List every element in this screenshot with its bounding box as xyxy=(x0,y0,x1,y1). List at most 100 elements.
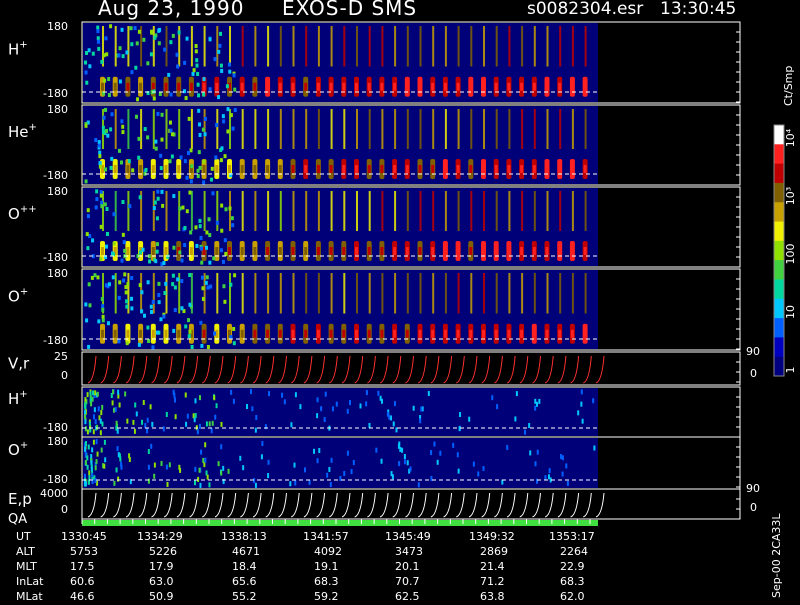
spectrogram-cell xyxy=(477,471,480,477)
spectrogram-cell xyxy=(215,403,218,409)
spectrogram-cell xyxy=(356,273,358,314)
spectrogram-cell xyxy=(120,464,123,470)
spectrogram-cell xyxy=(456,165,460,173)
spectrogram-cell xyxy=(495,273,498,314)
spectrogram-cell xyxy=(219,31,223,36)
spectrogram-cell xyxy=(215,123,219,128)
spectrogram-cell xyxy=(482,82,485,91)
spectrogram-cell xyxy=(580,401,583,407)
spectrogram-cell xyxy=(316,397,319,403)
spectrogram-cell xyxy=(317,26,320,67)
spectrogram-cell xyxy=(151,247,155,255)
spectrogram-cell xyxy=(279,109,282,149)
spectrogram-cell xyxy=(190,164,194,169)
spectrogram-cell xyxy=(185,209,189,214)
spectrogram-cell xyxy=(380,398,383,404)
spectrogram-cell xyxy=(99,193,103,198)
spectrogram-cell xyxy=(329,165,333,173)
spectrogram-cell xyxy=(169,92,173,97)
spectrogram-cell xyxy=(580,389,583,395)
spectrogram-cell xyxy=(305,191,308,231)
spectrogram-cell xyxy=(165,411,168,417)
spectrogram-cell xyxy=(254,482,257,488)
spectrogram-cell xyxy=(106,232,110,237)
spectrogram-cell xyxy=(534,461,537,467)
spectrogram-cell xyxy=(88,64,92,69)
spectrogram-cell xyxy=(99,430,102,436)
spectrogram-cell xyxy=(110,156,114,161)
spectrogram-cell xyxy=(346,450,349,456)
spectrogram-cell xyxy=(469,247,473,255)
axis-value: 3473 xyxy=(395,545,423,558)
spectrogram-cell xyxy=(419,191,422,231)
spectrogram-cell xyxy=(495,26,498,67)
panel-label: O+ xyxy=(8,440,28,459)
axis-value: 59.2 xyxy=(314,590,339,603)
spectrogram-cell xyxy=(149,304,153,309)
spectrogram-cell xyxy=(183,159,187,164)
spectrogram-cell xyxy=(109,165,113,170)
spectrogram-cell xyxy=(174,414,177,420)
spectrogram-cell xyxy=(219,248,223,253)
spectrogram-cell xyxy=(169,40,173,45)
spectrogram-cell xyxy=(125,50,129,55)
spectrogram-cell xyxy=(546,109,549,149)
spectrogram-cell xyxy=(84,480,87,486)
spectrogram-cell xyxy=(546,273,549,314)
spectrogram-cell xyxy=(98,161,102,166)
spectrogram-cell xyxy=(219,148,223,153)
spectrogram-cell xyxy=(157,300,161,305)
spectrogram-cell xyxy=(566,480,569,486)
axis-value: 1341:57 xyxy=(303,530,349,543)
spectrogram-cell xyxy=(114,26,117,67)
spectrogram-cell xyxy=(291,329,295,338)
spectrogram-cell xyxy=(528,423,531,429)
spectrogram-cell xyxy=(212,256,216,261)
spectrogram-cell xyxy=(95,459,98,465)
spectrogram-cell xyxy=(225,84,229,89)
spectrogram-cell xyxy=(456,247,460,255)
spectrogram-cell xyxy=(99,257,103,262)
spectrogram-cell xyxy=(101,129,105,134)
spectrogram-cell xyxy=(229,335,233,340)
spectrogram-cell xyxy=(508,273,511,314)
spectrogram-cell xyxy=(146,135,150,140)
spectrogram-cell xyxy=(570,82,574,91)
spectrogram-cell xyxy=(203,132,207,137)
spectrogram-cell xyxy=(240,329,244,338)
spectrogram-cell xyxy=(515,391,518,397)
spectrogram-cell xyxy=(178,206,182,211)
spectrogram-cell xyxy=(99,190,103,195)
spectrogram-cell xyxy=(178,109,181,149)
spectrogram-cell xyxy=(183,243,187,248)
spectrogram-cell xyxy=(84,123,88,128)
colorbar-label: 10⁴ xyxy=(784,128,797,147)
spectrogram-cell xyxy=(161,203,165,208)
colorbar-swatch xyxy=(774,125,784,145)
spectrogram-cell xyxy=(343,26,346,67)
spectrogram-cell xyxy=(85,50,89,55)
spectrogram-cell xyxy=(149,52,153,57)
spectrogram-cell xyxy=(115,467,118,473)
spectrogram-cell xyxy=(267,473,270,479)
spectrogram-cell xyxy=(521,26,524,67)
spectrogram-cell xyxy=(84,397,87,403)
spectrogram-cell xyxy=(113,82,117,91)
spectrogram-cell xyxy=(113,165,117,173)
spectrogram-cell xyxy=(536,449,539,455)
spectrogram-cell xyxy=(419,109,422,149)
spectrogram-cell xyxy=(291,247,295,255)
spectrogram-cell xyxy=(94,465,97,471)
spectrogram-cell xyxy=(169,128,173,133)
spectrogram-cell xyxy=(232,326,236,331)
spectrogram-cell xyxy=(508,109,511,149)
axis-value: 62.0 xyxy=(560,590,585,603)
spectrogram-cell xyxy=(85,232,89,237)
spectrogram-cell xyxy=(137,342,141,347)
spectrogram-cell xyxy=(380,329,384,338)
colorbar-swatch xyxy=(774,318,784,338)
spectrogram-cell xyxy=(220,444,223,450)
spectrogram-cell xyxy=(439,450,442,456)
spectrogram-cell xyxy=(178,191,181,231)
spectrogram-cell xyxy=(228,206,232,211)
